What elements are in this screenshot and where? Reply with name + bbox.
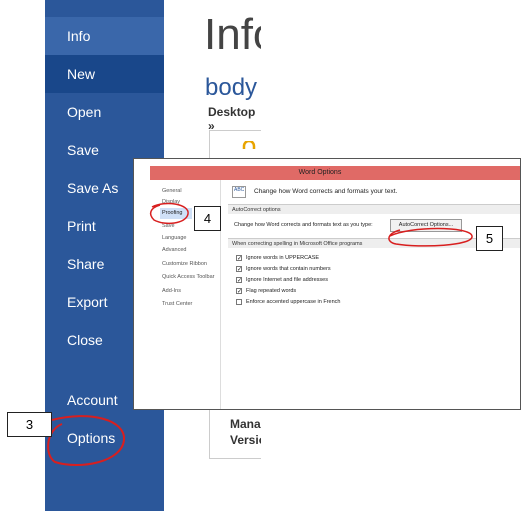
- callout-3: 3: [7, 412, 52, 437]
- annotation-overlay: [47, 202, 473, 466]
- callout-5: 5: [476, 226, 503, 251]
- options-circle-annotation: [47, 415, 126, 466]
- autocorrect-circle-annotation: [388, 227, 473, 247]
- callout-4: 4: [194, 206, 221, 231]
- proofing-circle-annotation: [149, 202, 189, 225]
